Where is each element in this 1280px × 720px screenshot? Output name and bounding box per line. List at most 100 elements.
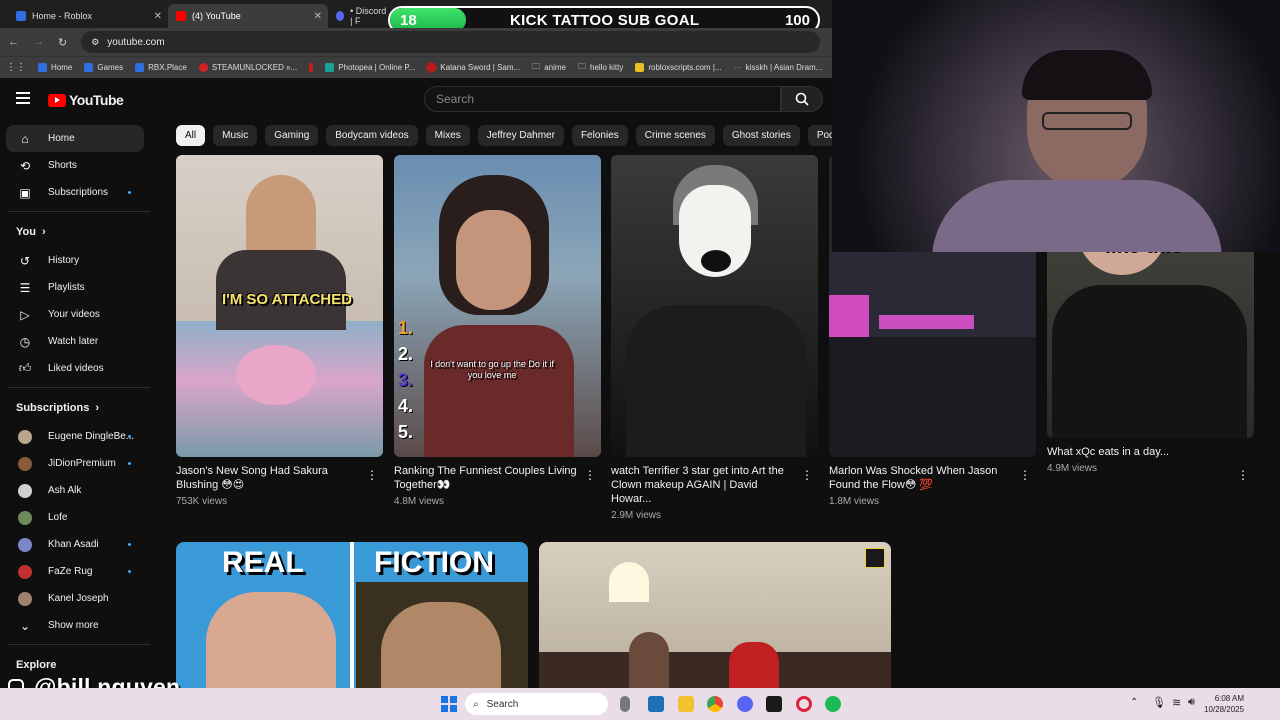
- bookmark-anime[interactable]: 🗀 anime: [532, 61, 566, 75]
- more-options-icon[interactable]: ⋮: [1237, 468, 1249, 482]
- chip-bodycam[interactable]: Bodycam videos: [326, 125, 418, 146]
- url-field[interactable]: ⚙ youtube.com: [81, 31, 820, 53]
- chip-crime-scenes[interactable]: Crime scenes: [635, 125, 715, 146]
- sidebar-channel[interactable]: Khan Asadi: [0, 531, 160, 558]
- short-title[interactable]: Jason's New Song Had Sakura Blushing 😳😍: [176, 464, 361, 492]
- reload-icon[interactable]: ↻: [58, 36, 67, 49]
- app-icon[interactable]: [766, 696, 782, 712]
- sidebar-channel[interactable]: Lofe: [0, 504, 160, 531]
- windows-start-icon[interactable]: [441, 696, 457, 712]
- chip-music[interactable]: Music: [213, 125, 258, 146]
- sidebar-channel[interactable]: FaZe Rug: [0, 558, 160, 585]
- discord-icon[interactable]: [737, 696, 753, 712]
- more-options-icon[interactable]: ⋮: [1019, 468, 1031, 482]
- chip-jeffrey-dahmer[interactable]: Jeffrey Dahmer: [477, 125, 564, 146]
- bookmark-games[interactable]: Games: [84, 63, 123, 72]
- more-options-icon[interactable]: ⋮: [366, 468, 378, 482]
- opera-icon[interactable]: [796, 696, 812, 712]
- short-title[interactable]: What xQc eats in a day...: [1047, 445, 1232, 459]
- umbrella-figure: [236, 345, 316, 405]
- new-content-dot: [128, 462, 131, 465]
- tab-youtube[interactable]: (4) YouTube ✕: [168, 4, 328, 28]
- chip-mixes[interactable]: Mixes: [425, 125, 470, 146]
- sidebar-item-liked-videos[interactable]: 👍︎ Liked videos: [0, 355, 160, 382]
- taskbar-clock[interactable]: 6:08 AM 10/28/2025: [1204, 693, 1244, 715]
- bookmark-photopea[interactable]: Photopea | Online P...: [325, 63, 415, 72]
- subscriptions-section-header[interactable]: Subscriptions ›: [0, 393, 160, 423]
- wifi-icon[interactable]: ≋: [1172, 696, 1181, 709]
- short-title[interactable]: Marlon Was Shocked When Jason Found the …: [829, 464, 1014, 492]
- sidebar-channel[interactable]: Ash Alk: [0, 477, 160, 504]
- short-title[interactable]: Ranking The Funniest Couples Living Toge…: [394, 464, 579, 492]
- sidebar-item-history[interactable]: ↺ History: [0, 247, 160, 274]
- forward-icon[interactable]: →: [33, 36, 44, 48]
- bookmark-label: anime: [544, 63, 566, 72]
- daw-clip: [879, 315, 974, 329]
- tab-title: Home - Roblox: [32, 11, 93, 21]
- menu-icon[interactable]: [16, 92, 30, 104]
- sidebar-item-label: Home: [48, 133, 75, 144]
- search-input[interactable]: Search: [424, 86, 781, 112]
- bookmark-home[interactable]: Home: [38, 63, 72, 72]
- mouse-app-icon[interactable]: [620, 696, 630, 712]
- search-button[interactable]: [781, 86, 823, 112]
- bookmark-steam[interactable]: STEAMUNLOCKED »...: [198, 63, 297, 72]
- sidebar-channel[interactable]: Eugene DingleBe...: [0, 423, 160, 450]
- playlists-icon: ☰: [19, 280, 31, 295]
- chip-gaming[interactable]: Gaming: [265, 125, 319, 146]
- short-card[interactable]: 1. 2. 3. 4. 5. I don't want to go up the Do …: [394, 155, 601, 507]
- windows-taskbar: ⌕ Search ⌃ 🎙︎ ≋ 🔊︎ 6:08 AM 10/28/2025: [0, 688, 1280, 720]
- short-thumbnail[interactable]: [611, 155, 818, 457]
- you-section-header[interactable]: You ›: [0, 217, 160, 247]
- chip-felonies[interactable]: Felonies: [571, 125, 628, 146]
- volume-icon[interactable]: 🔊︎: [1188, 696, 1195, 709]
- person-figure: [626, 305, 806, 457]
- video-thumbnail[interactable]: REAL FICTION: [176, 542, 528, 690]
- bookmark-hello-kitty[interactable]: 🗀 hello kitty: [578, 61, 623, 75]
- sidebar-item-your-videos[interactable]: ▷ Your videos: [0, 301, 160, 328]
- chip-podcasts[interactable]: Podcasts: [807, 125, 832, 146]
- chip-ghost-stories[interactable]: Ghost stories: [722, 125, 800, 146]
- spotify-icon[interactable]: [825, 696, 841, 712]
- chrome-icon[interactable]: [707, 696, 723, 712]
- chip-all[interactable]: All: [176, 125, 206, 146]
- sidebar-show-more[interactable]: ⌄ Show more: [0, 612, 160, 639]
- tab-roblox[interactable]: Home - Roblox ✕: [8, 4, 168, 28]
- microphone-icon[interactable]: 🎙︎: [1152, 696, 1166, 709]
- sidebar-item-watch-later[interactable]: ◷ Watch later: [0, 328, 160, 355]
- short-thumbnail[interactable]: I'M SO ATTACHED: [176, 155, 383, 457]
- sidebar-item-playlists[interactable]: ☰ Playlists: [0, 274, 160, 301]
- avatar: [18, 537, 32, 552]
- file-explorer-icon[interactable]: [678, 696, 694, 712]
- video-thumbnail[interactable]: [539, 542, 891, 690]
- bookmark-robloxscripts[interactable]: robloxscripts.com |...: [635, 63, 722, 72]
- short-card[interactable]: I'M SO ATTACHED Jason's New Song Had Sak…: [176, 155, 383, 507]
- shorts-icon: ⟲: [19, 158, 31, 173]
- youtube-logo[interactable]: YouTube: [48, 92, 124, 108]
- tray-chevron-icon[interactable]: ⌃: [1130, 697, 1138, 708]
- bookmark-kisskh[interactable]: ··· kisskh | Asian Dram...: [734, 63, 823, 72]
- back-icon[interactable]: ←: [8, 36, 19, 48]
- bookmark-rbxplace[interactable]: RBX.Place: [135, 63, 187, 72]
- close-tab-icon[interactable]: ✕: [154, 11, 162, 22]
- sidebar-item-home[interactable]: ⌂ Home: [6, 125, 144, 152]
- bookmark-red[interactable]: [309, 63, 314, 72]
- taskbar-search[interactable]: ⌕ Search: [465, 693, 608, 715]
- short-card[interactable]: watch Terrifier 3 star get into Art the …: [611, 155, 818, 521]
- more-options-icon[interactable]: ⋮: [584, 468, 596, 482]
- news-app-icon[interactable]: [648, 696, 664, 712]
- site-info-icon[interactable]: ⚙: [91, 37, 99, 48]
- apps-icon[interactable]: ⋮⋮: [6, 62, 26, 73]
- sidebar-channel[interactable]: JiDionPremium: [0, 450, 160, 477]
- sidebar-item-subscriptions[interactable]: ▣ Subscriptions: [0, 179, 160, 206]
- sidebar-item-shorts[interactable]: ⟲ Shorts: [0, 152, 160, 179]
- person-figure: [216, 250, 346, 330]
- more-options-icon[interactable]: ⋮: [801, 468, 813, 482]
- person-face: [381, 602, 501, 690]
- bookmark-katana[interactable]: Katana Sword | Sam...: [425, 61, 520, 74]
- sidebar-channel[interactable]: Kanel Joseph: [0, 585, 160, 612]
- close-tab-icon[interactable]: ✕: [314, 11, 322, 22]
- new-content-dot: [128, 543, 131, 546]
- short-thumbnail[interactable]: 1. 2. 3. 4. 5. I don't want to go up the Do …: [394, 155, 601, 457]
- short-title[interactable]: watch Terrifier 3 star get into Art the …: [611, 464, 796, 506]
